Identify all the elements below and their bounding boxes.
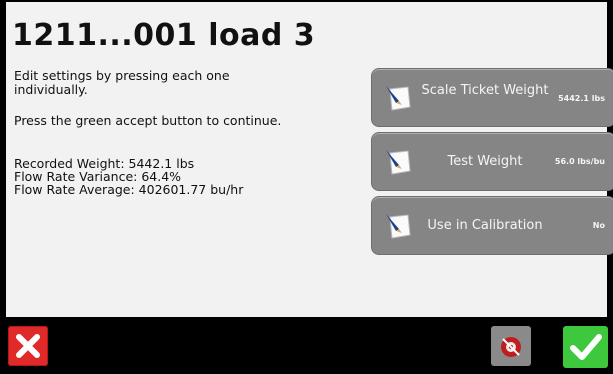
edit-pencil-icon: [384, 211, 414, 241]
accept-button[interactable]: [563, 326, 608, 368]
no-steering-icon: [501, 337, 521, 357]
edit-pencil-icon: [384, 147, 414, 177]
checkmark-icon: [570, 334, 602, 360]
setting-value: No: [592, 221, 605, 230]
screen: 1211...001 load 3 Edit settings by press…: [0, 0, 613, 374]
page-title: 1211...001 load 3: [12, 18, 316, 53]
setting-label: Scale Ticket Weight: [421, 83, 549, 98]
flow-rate-average: Flow Rate Average: 402601.77 bu/hr: [14, 182, 244, 197]
test-weight-button[interactable]: Test Weight 56.0 lbs/bu: [371, 132, 613, 191]
steering-disengaged-button[interactable]: [491, 326, 531, 366]
instruction-accept: Press the green accept button to continu…: [14, 113, 282, 128]
close-x-icon: [16, 334, 40, 358]
setting-value: 56.0 lbs/bu: [554, 157, 605, 166]
setting-label: Test Weight: [447, 154, 523, 169]
stats-block: Recorded Weight: 5442.1 lbs Flow Rate Va…: [14, 157, 243, 196]
setting-label: Use in Calibration: [427, 218, 543, 233]
scale-ticket-weight-button[interactable]: Scale Ticket Weight 5442.1 lbs: [371, 68, 613, 127]
instruction-edit: Edit settings by pressing each one indiv…: [14, 68, 230, 97]
setting-value: 5442.1 lbs: [558, 94, 605, 103]
use-in-calibration-button[interactable]: Use in Calibration No: [371, 196, 613, 255]
content-panel: 1211...001 load 3 Edit settings by press…: [6, 2, 613, 317]
cancel-button[interactable]: [8, 326, 48, 366]
edit-pencil-icon: [384, 83, 414, 113]
